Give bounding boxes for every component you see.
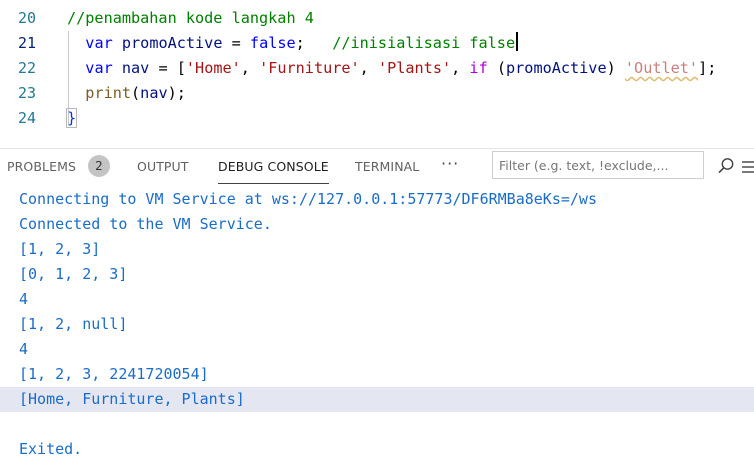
console-filter-field[interactable]: [492, 151, 704, 179]
code-token: ;: [295, 34, 333, 52]
console-line[interactable]: Exited.: [0, 437, 754, 462]
code-line[interactable]: 23 print(nav);: [0, 81, 754, 106]
code-token: 'Home': [185, 59, 241, 77]
line-number: 20: [17, 9, 36, 27]
code-token: promoActive: [506, 59, 607, 77]
code-token: =: [222, 34, 250, 52]
code-token: print: [85, 84, 132, 102]
problems-count-badge: 2: [88, 155, 110, 177]
console-line[interactable]: [1, 2, 3]: [0, 237, 754, 262]
console-filter-input[interactable]: [499, 153, 699, 177]
code-token: promoActive: [121, 34, 223, 52]
console-line[interactable]: Connecting to VM Service at ws://127.0.0…: [0, 187, 754, 212]
code-token: //penambahan kode langkah 4: [67, 9, 314, 27]
console-line[interactable]: [Home, Furniture, Plants]: [0, 387, 754, 412]
console-line[interactable]: 4: [0, 337, 754, 362]
console-line[interactable]: [1, 2, null]: [0, 312, 754, 337]
text-cursor: [516, 32, 519, 51]
code-token: //inisialisasi false: [332, 34, 516, 52]
code-text: var nav = ['Home', 'Furniture', 'Plants'…: [67, 56, 716, 81]
console-line-text: [Home, Furniture, Plants]: [19, 390, 245, 408]
code-token: nav: [140, 84, 168, 102]
code-token: if: [469, 59, 488, 77]
more-actions-icon[interactable]: ···: [441, 149, 459, 185]
code-token: }: [65, 108, 78, 128]
tab-problems[interactable]: PROBLEMS: [7, 149, 76, 185]
code-token: = [: [149, 59, 186, 77]
debug-console-output[interactable]: Connecting to VM Service at ws://127.0.0…: [0, 185, 754, 463]
code-token: 'Outlet': [624, 59, 699, 77]
code-editor[interactable]: 20 //penambahan kode langkah 4 21 var prom…: [0, 0, 754, 140]
code-line[interactable]: 22 var nav = ['Home', 'Furniture', 'Plan…: [0, 56, 754, 81]
code-line[interactable]: 21 var promoActive = false; //inisialisa…: [0, 31, 754, 56]
code-token: ,: [240, 59, 260, 77]
code-text: }: [65, 106, 78, 131]
search-icon[interactable]: [717, 157, 735, 179]
code-token: (: [131, 84, 141, 102]
code-token: ): [606, 59, 625, 77]
line-number: 23: [17, 84, 36, 102]
console-line-text: [0, 1, 2, 3]: [19, 265, 128, 283]
console-line-text: Connecting to VM Service at ws://127.0.0…: [19, 190, 597, 208]
code-token: ];: [698, 59, 717, 77]
code-token: (: [487, 59, 507, 77]
code-text: var promoActive = false; //inisialisasi …: [67, 31, 519, 56]
console-line-text: [1, 2, 3]: [19, 240, 101, 258]
console-line-text: 4: [19, 290, 29, 308]
console-line[interactable]: [0, 412, 754, 437]
tab-terminal[interactable]: TERMINAL: [355, 149, 419, 185]
code-token: var: [85, 59, 113, 77]
code-token: ,: [451, 59, 470, 77]
console-line-text: [1, 2, null]: [19, 315, 128, 333]
line-number: 24: [17, 109, 36, 127]
console-line[interactable]: [1, 2, 3, 2241720054]: [0, 362, 754, 387]
code-token: 'Furniture': [259, 59, 360, 77]
code-token: );: [167, 84, 186, 102]
code-token: ,: [359, 59, 378, 77]
console-line-text: Connected to the VM Service.: [19, 215, 272, 233]
code-token: false: [249, 34, 296, 52]
list-icon[interactable]: [742, 159, 754, 178]
console-line-text: 4: [19, 340, 29, 358]
panel-tabs: PROBLEMS 2 OUTPUT DEBUG CONSOLE TERMINAL…: [0, 149, 754, 185]
code-line[interactable]: 24}: [0, 106, 754, 131]
line-number: 21: [17, 34, 36, 52]
code-text: print(nav);: [67, 81, 186, 106]
console-line[interactable]: [0, 1, 2, 3]: [0, 262, 754, 287]
console-line[interactable]: 4: [0, 287, 754, 312]
bottom-panel: PROBLEMS 2 OUTPUT DEBUG CONSOLE TERMINAL…: [0, 148, 754, 463]
code-line[interactable]: 20 //penambahan kode langkah 4: [0, 6, 754, 31]
console-line-text: [1, 2, 3, 2241720054]: [19, 365, 209, 383]
code-token: nav: [121, 59, 150, 77]
tab-output[interactable]: OUTPUT: [137, 149, 189, 185]
code-token: 'Plants': [377, 59, 452, 77]
line-number: 22: [17, 59, 36, 77]
console-line-text: Exited.: [19, 440, 83, 458]
code-text: //penambahan kode langkah 4: [67, 6, 314, 31]
code-token: var: [85, 34, 113, 52]
console-line[interactable]: Connected to the VM Service.: [0, 212, 754, 237]
tab-debug-console[interactable]: DEBUG CONSOLE: [218, 149, 329, 185]
